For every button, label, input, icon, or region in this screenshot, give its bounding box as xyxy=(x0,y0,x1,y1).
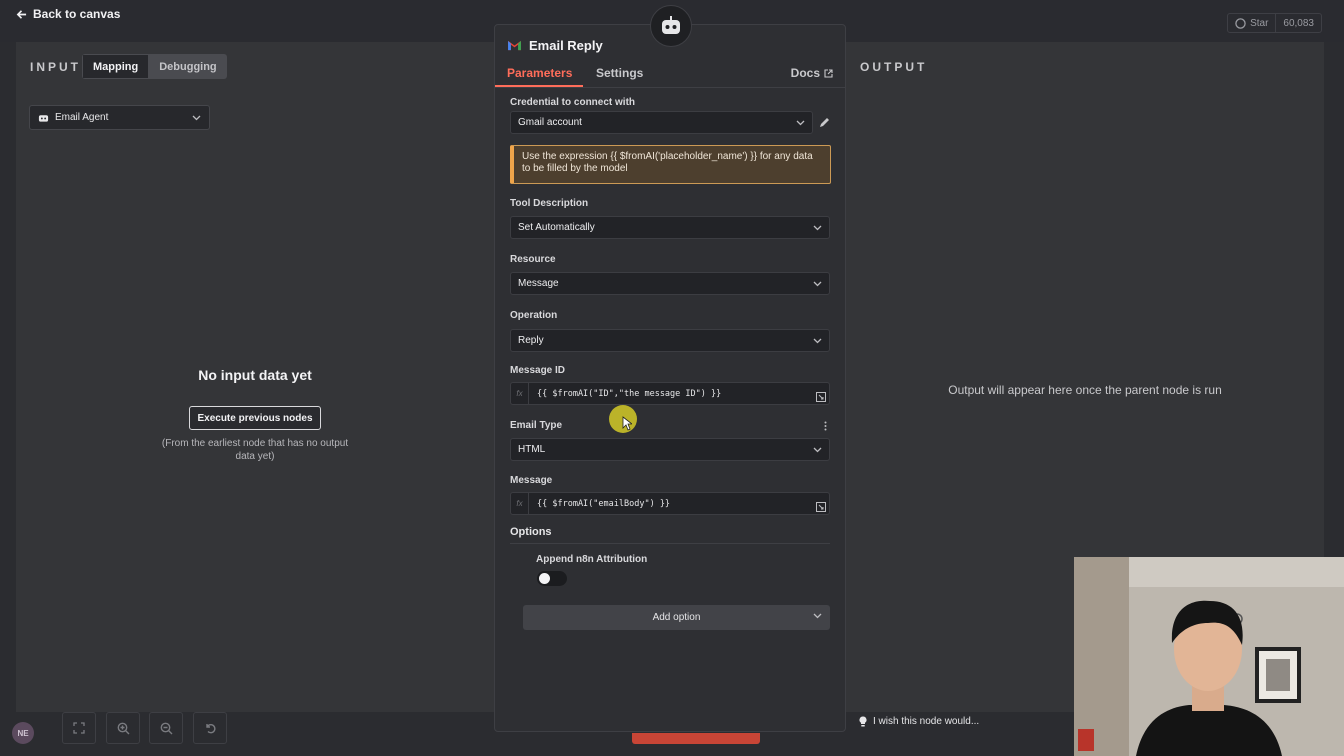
append-attribution-label: Append n8n Attribution xyxy=(536,554,648,565)
active-tab-underline xyxy=(495,85,583,87)
chevron-down-icon xyxy=(192,115,201,120)
input-panel: INPUT Mapping Debugging Email Agent No i… xyxy=(16,42,494,712)
execute-previous-nodes-button[interactable]: Execute previous nodes xyxy=(189,406,321,430)
execute-note: (From the earliest node that has no outp… xyxy=(161,438,349,462)
input-panel-title: INPUT xyxy=(30,60,81,74)
lightbulb-icon xyxy=(859,716,867,727)
node-settings-panel: Email Reply Parameters Settings Docs Cre… xyxy=(494,5,846,732)
fx-icon: fx xyxy=(511,383,529,404)
more-vertical-icon[interactable] xyxy=(824,421,827,431)
credential-label: Credential to connect with xyxy=(510,97,636,108)
zoom-to-fit-button[interactable] xyxy=(62,712,96,744)
resource-label: Resource xyxy=(510,254,556,265)
credential-value: Gmail account xyxy=(518,117,582,128)
resource-select[interactable]: Message xyxy=(510,272,830,295)
chevron-down-icon xyxy=(813,447,822,452)
feedback-link[interactable]: I wish this node would... xyxy=(859,716,979,727)
tab-debugging[interactable]: Debugging xyxy=(149,54,226,79)
robot-icon xyxy=(662,16,680,34)
output-panel-title: OUTPUT xyxy=(860,60,928,74)
tool-description-select[interactable]: Set Automatically xyxy=(510,216,830,239)
zoom-in-icon xyxy=(117,722,129,734)
message-label: Message xyxy=(510,475,553,486)
email-type-value: HTML xyxy=(518,444,546,455)
github-star-widget[interactable]: Star 60,083 xyxy=(1227,13,1322,33)
feedback-label: I wish this node would... xyxy=(873,716,980,727)
fit-view-icon xyxy=(73,722,85,734)
tool-description-value: Set Automatically xyxy=(518,222,595,233)
chevron-down-icon xyxy=(813,225,822,230)
undo-icon xyxy=(206,723,216,734)
credential-select[interactable]: Gmail account xyxy=(510,111,813,134)
node-tabs: Parameters Settings Docs xyxy=(495,63,845,88)
github-star-button[interactable]: Star xyxy=(1228,14,1277,32)
expression-notice: Use the expression {{ $fromAI('placehold… xyxy=(510,145,831,184)
docs-label: Docs xyxy=(790,66,820,80)
avatar[interactable]: NE xyxy=(12,722,34,744)
fx-icon: fx xyxy=(511,493,529,514)
mouse-cursor-icon xyxy=(622,416,632,431)
arrow-left-icon xyxy=(16,9,27,19)
expand-icon[interactable] xyxy=(816,392,826,402)
resource-value: Message xyxy=(518,278,559,289)
tab-parameters[interactable]: Parameters xyxy=(507,66,572,80)
chevron-down-icon xyxy=(813,613,822,619)
message-expression: {{ $fromAI("emailBody") }} xyxy=(537,498,671,509)
no-input-title: No input data yet xyxy=(198,367,312,383)
robot-icon xyxy=(38,114,49,122)
message-id-field[interactable]: fx {{ $fromAI("ID","the message ID") }} xyxy=(510,382,830,405)
message-field[interactable]: fx {{ $fromAI("emailBody") }} xyxy=(510,492,830,515)
github-icon xyxy=(1235,17,1246,29)
tool-description-label: Tool Description xyxy=(510,198,589,209)
input-view-switch: Mapping Debugging xyxy=(82,54,227,79)
add-option-button[interactable]: Add option xyxy=(523,605,830,630)
node-title-row: Email Reply xyxy=(507,38,603,53)
presenter-video xyxy=(1074,557,1344,756)
webcam-overlay xyxy=(1074,557,1344,756)
gmail-icon xyxy=(508,40,521,51)
source-node-select[interactable]: Email Agent xyxy=(29,105,210,130)
operation-label: Operation xyxy=(510,310,558,321)
node-type-badge xyxy=(650,5,692,47)
back-to-canvas-label: Back to canvas xyxy=(33,7,121,21)
append-attribution-toggle[interactable] xyxy=(537,571,567,586)
node-title[interactable]: Email Reply xyxy=(529,38,603,53)
operation-value: Reply xyxy=(518,335,544,346)
zoom-out-icon xyxy=(160,722,172,734)
back-to-canvas-link[interactable]: Back to canvas xyxy=(16,6,120,22)
tab-mapping[interactable]: Mapping xyxy=(82,54,150,79)
tab-settings[interactable]: Settings xyxy=(596,66,643,80)
chevron-down-icon xyxy=(813,338,822,343)
pencil-icon[interactable] xyxy=(819,116,831,128)
chevron-down-icon xyxy=(796,120,805,125)
email-type-select[interactable]: HTML xyxy=(510,438,830,461)
zoom-in-button[interactable] xyxy=(106,712,140,744)
toggle-knob xyxy=(539,573,550,584)
expand-icon[interactable] xyxy=(816,502,826,512)
github-star-label: Star xyxy=(1250,17,1269,29)
message-id-expression: {{ $fromAI("ID","the message ID") }} xyxy=(537,388,722,399)
options-heading: Options xyxy=(510,526,830,544)
email-type-label: Email Type xyxy=(510,420,563,431)
github-star-count: 60,083 xyxy=(1283,17,1314,29)
add-option-label: Add option xyxy=(652,612,701,623)
zoom-out-button[interactable] xyxy=(149,712,183,744)
external-link-icon xyxy=(824,68,833,78)
reset-zoom-button[interactable] xyxy=(193,712,227,744)
source-node-label: Email Agent xyxy=(55,112,109,123)
docs-link[interactable]: Docs xyxy=(791,66,833,80)
message-id-label: Message ID xyxy=(510,365,566,376)
operation-select[interactable]: Reply xyxy=(510,329,830,352)
chevron-down-icon xyxy=(813,281,822,286)
execute-workflow-button[interactable] xyxy=(632,733,760,744)
output-empty-message: Output will appear here once the parent … xyxy=(948,383,1222,397)
